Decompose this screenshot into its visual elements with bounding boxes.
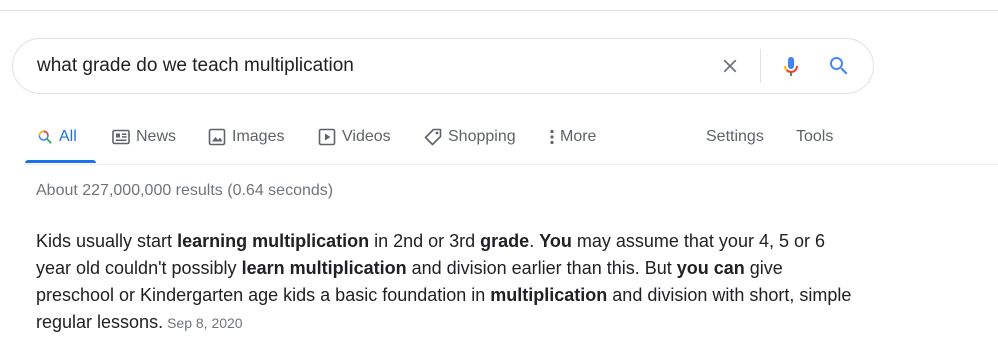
tabs-divider [25,164,998,165]
snippet-text: Kids usually start [36,231,178,251]
snippet-text: and division earlier than this. But [406,258,677,278]
snippet-date: Sep 8, 2020 [167,315,243,331]
tab-label: All [59,128,77,145]
search-tabs: All News Images Videos Shopping More Set… [0,110,998,164]
news-icon [112,129,130,145]
snippet-text: in 2nd or 3rd [369,231,481,251]
result-stats: About 227,000,000 results (0.64 seconds) [36,182,334,199]
snippet-text: . [529,231,540,251]
tab-more[interactable]: More [548,110,596,164]
search-submit-button[interactable] [825,52,853,80]
close-icon [723,59,737,73]
featured-snippet: Kids usually start learning multiplicati… [36,228,856,337]
snippet-highlight: you can [676,258,745,278]
voice-search-button[interactable] [777,52,805,80]
image-icon [208,128,226,146]
tab-label: More [560,128,597,145]
active-tab-indicator [25,160,96,163]
tab-label: Images [232,128,285,145]
tools-link[interactable]: Tools [796,110,833,164]
top-divider [0,10,998,11]
video-play-icon [318,128,336,146]
snippet-highlight: grade [480,231,530,251]
tab-news[interactable]: News [112,110,176,164]
search-box-divider [760,49,761,83]
search-input[interactable] [37,51,677,81]
tab-shopping[interactable]: Shopping [424,110,516,164]
search-icon [37,129,53,145]
settings-link[interactable]: Settings [706,110,764,164]
tag-icon [424,128,442,146]
snippet-highlight: learn multiplication [241,258,407,278]
microphone-icon [784,57,798,76]
clear-search-button[interactable] [716,52,744,80]
tab-label: Videos [342,128,391,145]
snippet-highlight: learning multiplication [177,231,370,251]
tab-label: News [136,128,177,145]
tab-all[interactable]: All [37,110,77,164]
tab-label: Shopping [448,128,516,145]
search-icon [830,57,848,75]
search-box[interactable] [12,38,874,94]
snippet-highlight: multiplication [490,285,608,305]
snippet-highlight: You [539,231,572,251]
tab-videos[interactable]: Videos [318,110,391,164]
tab-images[interactable]: Images [208,110,284,164]
more-vertical-icon [548,128,556,146]
